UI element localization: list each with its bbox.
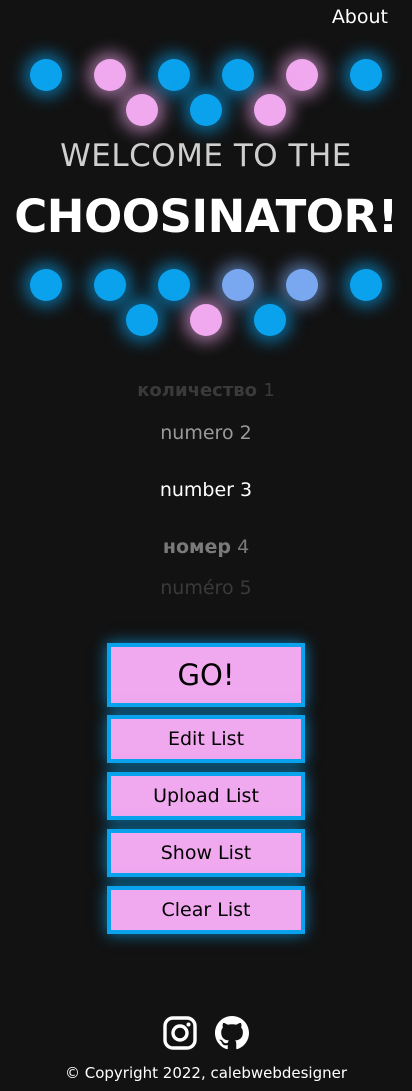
light-bulb [158,59,190,91]
go-button[interactable]: GO! [107,643,305,707]
light-bulb [94,59,126,91]
list-item-number: 3 [240,479,253,501]
lights-bottom-decoration [0,268,412,348]
light-bulb [94,269,126,301]
list-item-selected: number 3 [0,479,412,501]
welcome-heading: WELCOME TO THE [60,138,352,174]
list-item-number: 5 [239,577,252,599]
light-bulb [222,269,254,301]
clear-list-button[interactable]: Clear List [107,886,305,934]
light-bulb [286,269,318,301]
list-item-number: 1 [263,380,275,401]
light-bulb [254,94,286,126]
list-item-number: 4 [237,536,250,558]
list-item-word: numéro [160,577,234,599]
light-bulb [126,304,158,336]
lights-top-decoration [0,58,412,138]
list-item-word: номер [162,536,232,558]
light-bulb [126,94,158,126]
github-link[interactable] [215,1016,249,1050]
list-item: numero 2 [0,422,412,444]
upload-list-button[interactable]: Upload List [107,772,305,820]
copyright-text: © Copyright 2022, calebwebdesigner [64,1064,348,1082]
light-bulb [350,269,382,301]
light-bulb [30,59,62,91]
list-item: numéro 5 [0,577,412,599]
github-icon [215,1016,249,1050]
list-item-word: количество [137,380,258,401]
light-bulb [350,59,382,91]
light-bulb [222,59,254,91]
instagram-icon [163,1016,197,1050]
list-item-word: numero [160,422,234,444]
list-item-word: number [159,479,234,501]
instagram-link[interactable] [163,1016,197,1050]
edit-list-button[interactable]: Edit List [107,715,305,763]
show-list-button[interactable]: Show List [107,829,305,877]
light-bulb [286,59,318,91]
light-bulb [254,304,286,336]
app-title: CHOOSINATOR! [14,190,398,243]
list-item: номер 4 [0,536,412,558]
about-link[interactable]: About [332,6,388,28]
light-bulb [190,304,222,336]
list-item-number: 2 [239,422,252,444]
list-item: количество 1 [0,380,412,401]
light-bulb [158,269,190,301]
light-bulb [30,269,62,301]
light-bulb [190,94,222,126]
